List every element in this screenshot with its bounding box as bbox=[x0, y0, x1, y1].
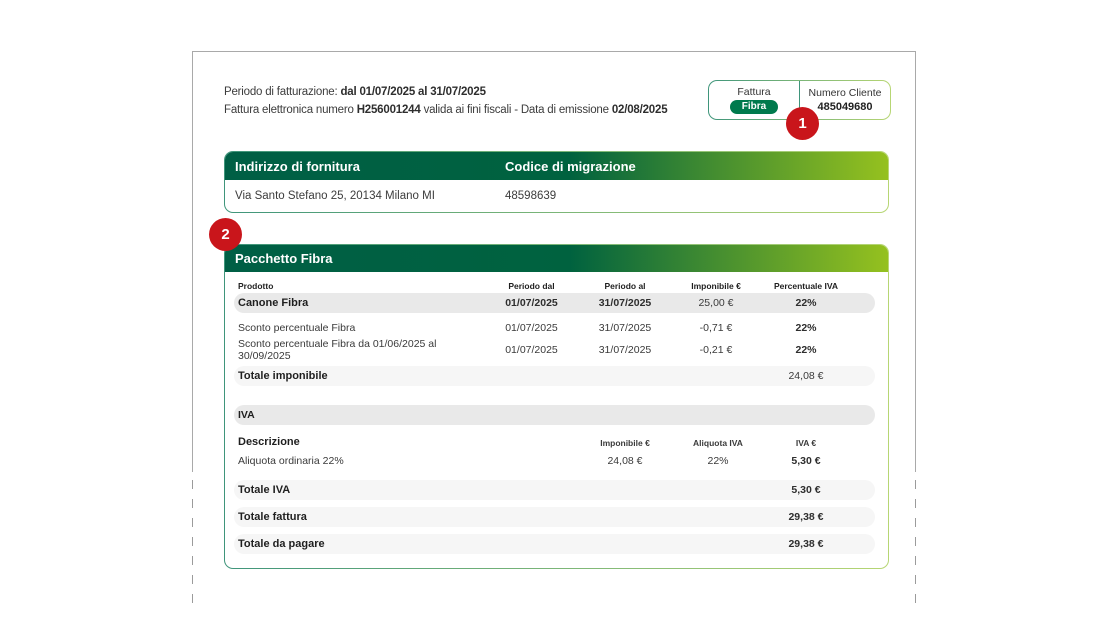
period-from: 01/07/2025 bbox=[485, 297, 578, 309]
total-row: Totale fattura 29,38 € bbox=[234, 507, 875, 527]
package-column-headers: Prodotto Periodo dal Periodo al Imponibi… bbox=[234, 278, 875, 293]
supply-address-header: Indirizzo di fornitura bbox=[235, 159, 505, 174]
period-from: 01/07/2025 bbox=[485, 322, 578, 334]
col-periodo-dal: Periodo dal bbox=[485, 281, 578, 291]
col-prodotto: Prodotto bbox=[234, 281, 485, 291]
total-value: 29,38 € bbox=[760, 511, 852, 523]
package-table: Prodotto Periodo dal Periodo al Imponibi… bbox=[234, 271, 875, 554]
product-name: Sconto percentuale Fibra bbox=[234, 322, 485, 334]
col-iva-amount: IVA € bbox=[764, 438, 848, 448]
billing-period-line: Periodo di fatturazione: dal 01/07/2025 … bbox=[224, 83, 667, 101]
taxable-amount: 25,00 € bbox=[672, 297, 760, 309]
invoice-prefix: Fattura elettronica numero bbox=[224, 104, 354, 116]
issue-date: 02/08/2025 bbox=[612, 104, 668, 116]
vat-amount: 5,30 € bbox=[764, 455, 848, 467]
taxable-amount: -0,21 € bbox=[672, 344, 760, 356]
total-taxable-value: 24,08 € bbox=[760, 370, 852, 382]
table-row: Sconto percentuale Fibra 01/07/2025 31/0… bbox=[234, 318, 875, 338]
invoice-type-label: Fattura bbox=[737, 86, 770, 98]
total-row: Totale IVA 5,30 € bbox=[234, 480, 875, 500]
supply-address-box: Indirizzo di fornitura Codice di migrazi… bbox=[224, 151, 889, 213]
page-border-left-dashed bbox=[192, 480, 193, 613]
invoice-type-cell: Fattura Fibra bbox=[709, 81, 799, 119]
fibra-badge: Fibra bbox=[730, 100, 778, 114]
product-name: Canone Fibra bbox=[234, 297, 485, 309]
page-border-right-dashed bbox=[915, 480, 916, 613]
table-row: Sconto percentuale Fibra da 01/06/2025 a… bbox=[234, 338, 875, 358]
billing-period-value: dal 01/07/2025 al 31/07/2025 bbox=[340, 86, 485, 98]
period-to: 31/07/2025 bbox=[578, 344, 672, 356]
vat-rate: 22% bbox=[672, 455, 764, 467]
page-border-left bbox=[192, 52, 193, 472]
col-percentuale-iva: Percentuale IVA bbox=[760, 281, 852, 291]
product-name: Sconto percentuale Fibra da 01/06/2025 a… bbox=[234, 338, 485, 362]
migration-code-header: Codice di migrazione bbox=[505, 159, 888, 174]
vat-row: Aliquota ordinaria 22% 24,08 € 22% 5,30 … bbox=[234, 451, 875, 471]
total-row: Totale da pagare 29,38 € bbox=[234, 534, 875, 554]
total-label: Totale fattura bbox=[234, 511, 485, 523]
total-value: 5,30 € bbox=[760, 484, 852, 496]
vat-section-title: IVA bbox=[234, 409, 255, 421]
vat-percent: 22% bbox=[760, 297, 852, 309]
total-label: Totale da pagare bbox=[234, 538, 485, 550]
table-row: Canone Fibra 01/07/2025 31/07/2025 25,00… bbox=[234, 293, 875, 313]
migration-code-value: 48598639 bbox=[505, 190, 888, 202]
callout-badge-1: 1 bbox=[786, 107, 819, 140]
invoice-number-line: Fattura elettronica numero H256001244 va… bbox=[224, 101, 667, 119]
taxable-amount: -0,71 € bbox=[672, 322, 760, 334]
page-border-right bbox=[915, 52, 916, 472]
package-fibra-box: Pacchetto Fibra Prodotto Periodo dal Per… bbox=[224, 244, 889, 569]
supply-address-value: Via Santo Stefano 25, 20134 Milano MI bbox=[235, 190, 505, 202]
col-iva-imponibile: Imponibile € bbox=[578, 438, 672, 448]
package-title: Pacchetto Fibra bbox=[235, 251, 888, 266]
supply-box-values: Via Santo Stefano 25, 20134 Milano MI 48… bbox=[225, 180, 888, 211]
col-descrizione: Descrizione bbox=[234, 436, 578, 448]
invoice-page: Periodo di fatturazione: dal 01/07/2025 … bbox=[192, 51, 916, 640]
vat-section-bar: IVA bbox=[234, 405, 875, 425]
package-title-bar: Pacchetto Fibra bbox=[225, 245, 888, 272]
invoice-number: H256001244 bbox=[357, 104, 421, 116]
invoice-header-text: Periodo di fatturazione: dal 01/07/2025 … bbox=[224, 83, 667, 119]
total-label: Totale IVA bbox=[234, 484, 485, 496]
period-to: 31/07/2025 bbox=[578, 297, 672, 309]
customer-number-label: Numero Cliente bbox=[809, 87, 882, 99]
supply-box-header: Indirizzo di fornitura Codice di migrazi… bbox=[225, 152, 888, 180]
callout-badge-2: 2 bbox=[209, 218, 242, 251]
period-from: 01/07/2025 bbox=[485, 344, 578, 356]
col-imponibile: Imponibile € bbox=[672, 281, 760, 291]
customer-number-value: 485049680 bbox=[817, 101, 872, 113]
vat-description: Aliquota ordinaria 22% bbox=[234, 455, 578, 467]
total-value: 29,38 € bbox=[760, 538, 852, 550]
vat-percent: 22% bbox=[760, 344, 852, 356]
vat-taxable: 24,08 € bbox=[578, 455, 672, 467]
invoice-suffix: valida ai fini fiscali - Data di emissio… bbox=[424, 104, 609, 116]
vat-column-headers: Descrizione Imponibile € Aliquota IVA IV… bbox=[234, 433, 875, 451]
total-taxable-label: Totale imponibile bbox=[234, 370, 485, 382]
col-periodo-al: Periodo al bbox=[578, 281, 672, 291]
period-to: 31/07/2025 bbox=[578, 322, 672, 334]
total-taxable-row: Totale imponibile 24,08 € bbox=[234, 366, 875, 386]
vat-percent: 22% bbox=[760, 322, 852, 334]
col-aliquota-iva: Aliquota IVA bbox=[672, 438, 764, 448]
billing-period-label: Periodo di fatturazione: bbox=[224, 86, 337, 98]
